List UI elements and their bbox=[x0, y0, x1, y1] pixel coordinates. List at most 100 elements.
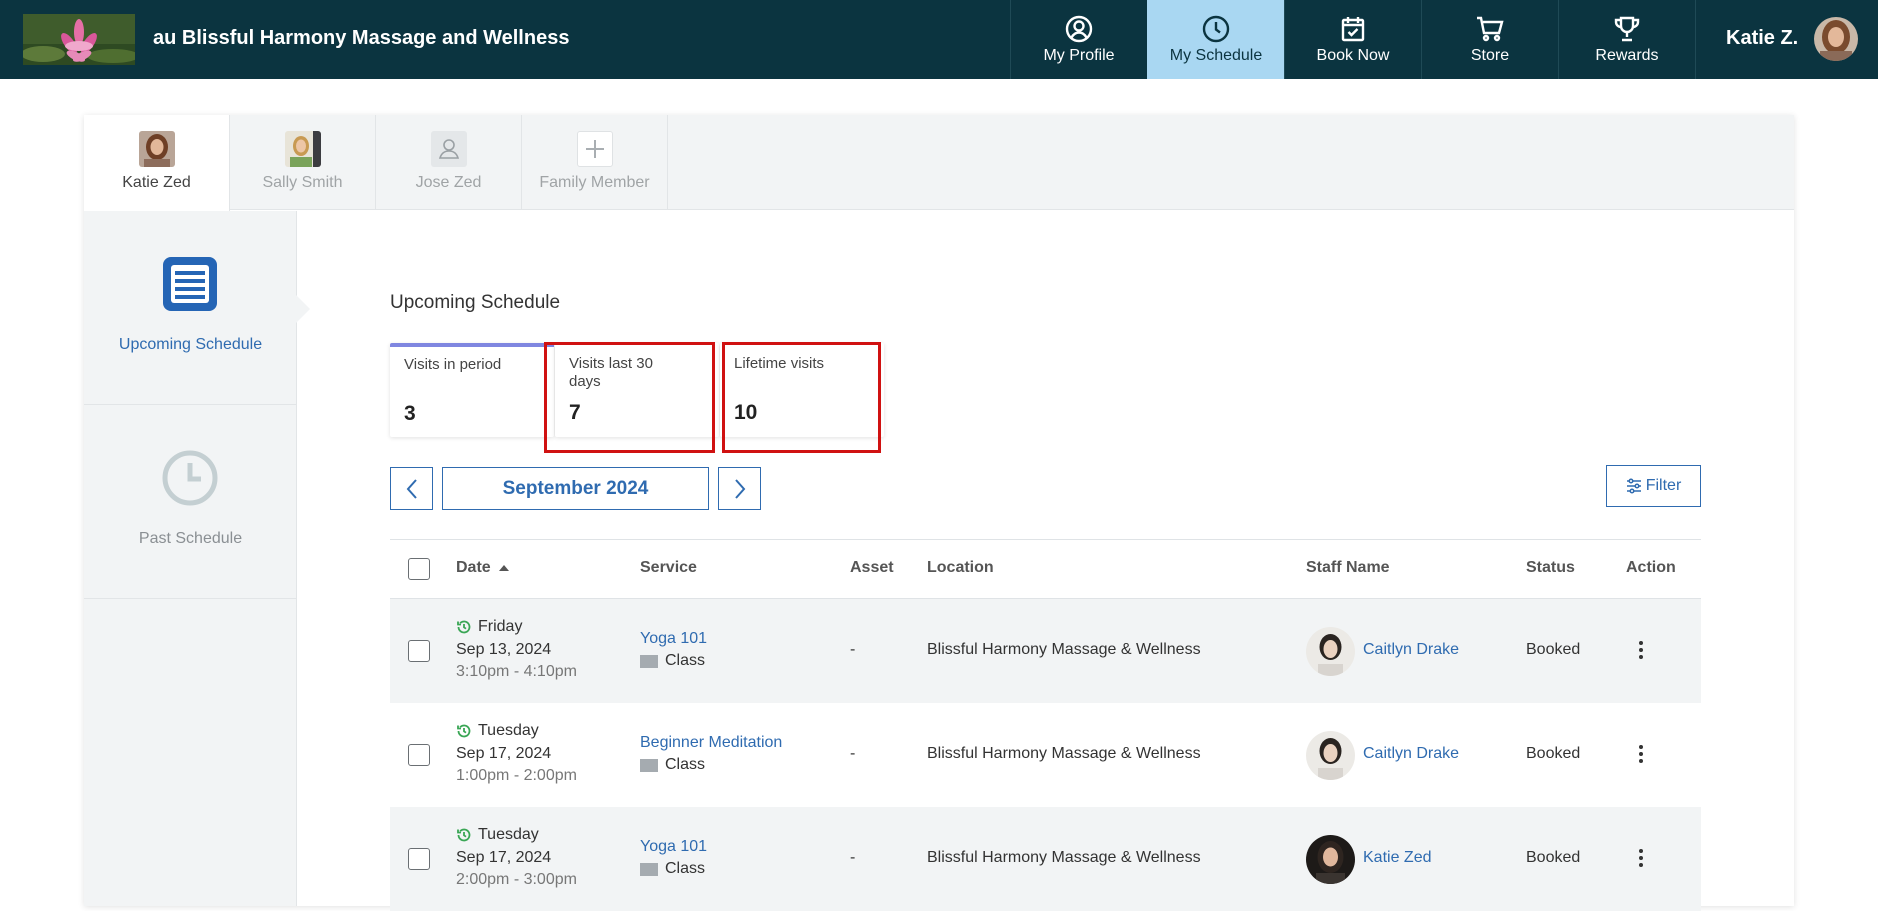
staff-link[interactable]: Caitlyn Drake bbox=[1363, 745, 1459, 763]
sidebar-item-label: Past Schedule bbox=[138, 530, 243, 547]
service-link[interactable]: Yoga 101 bbox=[640, 838, 707, 856]
clock-icon bbox=[1202, 15, 1230, 43]
column-header-location[interactable]: Location bbox=[927, 559, 994, 577]
column-header-action: Action bbox=[1626, 559, 1676, 576]
user-avatar[interactable] bbox=[1814, 17, 1858, 61]
class-icon bbox=[640, 654, 658, 668]
user-menu[interactable]: Katie Z. bbox=[1695, 0, 1878, 79]
staff-avatar bbox=[1306, 731, 1355, 780]
nav-label: Rewards bbox=[1595, 47, 1659, 64]
nav-label: My Schedule bbox=[1169, 47, 1263, 64]
calendar-check-icon bbox=[1341, 17, 1365, 42]
row-checkbox[interactable] bbox=[408, 640, 430, 662]
row-actions-menu-icon[interactable] bbox=[1634, 743, 1648, 765]
member-avatar bbox=[285, 131, 321, 167]
staff-link[interactable]: Caitlyn Drake bbox=[1363, 641, 1459, 659]
history-icon bbox=[457, 828, 471, 842]
business-logo-image[interactable] bbox=[23, 14, 135, 65]
stat-visits-in-period: Visits in period 3 bbox=[390, 343, 554, 437]
row-actions-menu-icon[interactable] bbox=[1634, 639, 1648, 661]
plus-icon bbox=[577, 131, 613, 167]
table-row: Tuesday Sep 17, 2024 1:00pm - 2:00pm Beg… bbox=[390, 703, 1701, 807]
row-checkbox[interactable] bbox=[408, 848, 430, 870]
column-header-date[interactable]: Date bbox=[456, 559, 510, 577]
row-time: 2:00pm - 3:00pm bbox=[456, 871, 577, 888]
member-avatar bbox=[139, 131, 175, 167]
row-actions-menu-icon[interactable] bbox=[1634, 847, 1648, 869]
row-checkbox[interactable] bbox=[408, 744, 430, 766]
month-selector[interactable]: September 2024 bbox=[442, 467, 709, 510]
row-asset: - bbox=[850, 849, 856, 866]
user-name[interactable]: Katie Z. bbox=[1726, 27, 1798, 50]
next-month-button[interactable] bbox=[718, 467, 761, 510]
service-link[interactable]: Beginner Meditation bbox=[640, 734, 782, 752]
filter-label: Filter bbox=[1645, 477, 1682, 494]
sidebar-item-upcoming-schedule[interactable]: Upcoming Schedule bbox=[84, 211, 297, 405]
table-row: Friday Sep 13, 2024 3:10pm - 4:10pm Yoga… bbox=[390, 599, 1701, 703]
sliders-icon bbox=[1626, 478, 1641, 494]
nav-book-now[interactable]: Book Now bbox=[1284, 0, 1421, 79]
table-row: Tuesday Sep 17, 2024 2:00pm - 3:00pm Yog… bbox=[390, 807, 1701, 911]
staff-avatar bbox=[1306, 835, 1355, 884]
service-link[interactable]: Yoga 101 bbox=[640, 630, 707, 648]
family-member-tabs: Katie Zed Sally Smith Jose Zed Family Me… bbox=[84, 115, 1794, 211]
member-tab-add-family-member[interactable]: Family Member bbox=[522, 115, 668, 210]
chevron-right-icon bbox=[734, 478, 745, 499]
day-label: Friday bbox=[478, 618, 523, 635]
nav-label: My Profile bbox=[1043, 47, 1115, 64]
sidebar-item-past-schedule[interactable]: Past Schedule bbox=[84, 405, 297, 599]
member-tab-sally-smith[interactable]: Sally Smith bbox=[230, 115, 376, 210]
nav-store[interactable]: Store bbox=[1421, 0, 1558, 79]
nav-label: Book Now bbox=[1316, 47, 1390, 64]
member-name: Sally Smith bbox=[262, 174, 343, 191]
member-name: Katie Zed bbox=[122, 174, 191, 191]
staff-link[interactable]: Katie Zed bbox=[1363, 849, 1431, 867]
nav-my-profile[interactable]: My Profile bbox=[1010, 0, 1147, 79]
user-circle-icon bbox=[1065, 15, 1093, 43]
sidebar-item-label: Upcoming Schedule bbox=[118, 336, 263, 353]
row-location: Blissful Harmony Massage & Wellness bbox=[927, 745, 1201, 762]
row-date: Sep 17, 2024 bbox=[456, 745, 552, 762]
column-header-status[interactable]: Status bbox=[1526, 559, 1575, 577]
status-label: Booked bbox=[1526, 745, 1581, 762]
member-name: Family Member bbox=[539, 174, 650, 191]
row-date: Sep 17, 2024 bbox=[456, 849, 552, 866]
schedule-table-header: Date Service Asset Location Staff Name S… bbox=[390, 539, 1701, 599]
filter-button[interactable]: Filter bbox=[1606, 465, 1701, 507]
column-header-staff-name[interactable]: Staff Name bbox=[1306, 559, 1390, 577]
row-asset: - bbox=[850, 745, 856, 762]
business-name[interactable]: au Blissful Harmony Massage and Wellness bbox=[153, 27, 569, 50]
nav-my-schedule[interactable]: My Schedule bbox=[1147, 0, 1284, 79]
member-tab-katie-zed[interactable]: Katie Zed bbox=[84, 115, 230, 211]
column-label: Date bbox=[456, 559, 491, 576]
row-location: Blissful Harmony Massage & Wellness bbox=[927, 641, 1201, 658]
status-label: Booked bbox=[1526, 641, 1581, 658]
nav-label: Store bbox=[1470, 47, 1510, 64]
service-type: Class bbox=[640, 860, 705, 878]
top-navigation-bar: au Blissful Harmony Massage and Wellness… bbox=[0, 0, 1878, 79]
active-indicator-arrow bbox=[296, 295, 310, 323]
row-time: 1:00pm - 2:00pm bbox=[456, 767, 577, 784]
highlight-box bbox=[544, 342, 715, 453]
sort-ascending-icon bbox=[498, 565, 509, 571]
row-day: Tuesday bbox=[456, 826, 539, 844]
highlight-box bbox=[722, 342, 881, 453]
member-tab-jose-zed[interactable]: Jose Zed bbox=[376, 115, 522, 210]
chevron-left-icon bbox=[406, 478, 417, 499]
day-label: Tuesday bbox=[478, 826, 539, 843]
history-icon bbox=[457, 724, 471, 738]
column-header-service[interactable]: Service bbox=[640, 559, 697, 577]
member-name: Jose Zed bbox=[415, 174, 482, 191]
column-header-asset[interactable]: Asset bbox=[850, 559, 894, 577]
person-placeholder-icon bbox=[431, 131, 467, 167]
schedule-sidebar: Upcoming Schedule Past Schedule bbox=[84, 211, 310, 906]
nav-rewards[interactable]: Rewards bbox=[1558, 0, 1695, 79]
class-icon bbox=[640, 758, 658, 772]
previous-month-button[interactable] bbox=[390, 467, 433, 510]
row-date: Sep 13, 2024 bbox=[456, 641, 552, 658]
history-icon bbox=[457, 620, 471, 634]
select-all-checkbox[interactable] bbox=[408, 558, 430, 580]
row-day: Friday bbox=[456, 618, 522, 636]
page-title: Upcoming Schedule bbox=[390, 292, 561, 313]
row-day: Tuesday bbox=[456, 722, 539, 740]
